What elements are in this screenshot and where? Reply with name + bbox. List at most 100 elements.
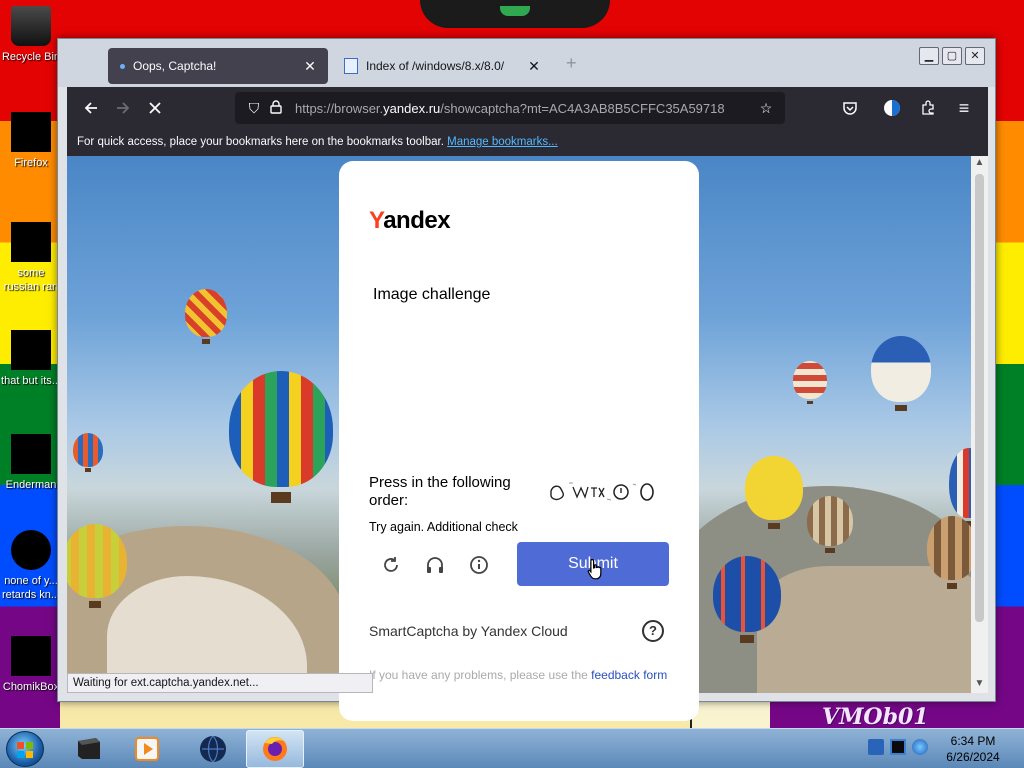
loading-dot-icon xyxy=(120,63,125,69)
page-scrollbar[interactable]: ▲ ▼ xyxy=(971,156,988,693)
globe-icon xyxy=(200,735,226,763)
desktop-icon-file[interactable]: that but its... xyxy=(0,330,62,388)
minimize-button[interactable]: ▁ xyxy=(919,47,939,65)
order-sequence-image xyxy=(547,479,661,505)
pocket-icon[interactable] xyxy=(834,92,866,124)
system-tray xyxy=(868,739,928,755)
desktop-icon-file[interactable]: none of y... retards kn... xyxy=(0,530,62,602)
forward-button[interactable] xyxy=(107,92,139,124)
monitor-icon[interactable] xyxy=(890,739,906,755)
taskbar-app-globe[interactable] xyxy=(184,730,242,768)
browser-window: Oops, Captcha! ✕ Index of /windows/8.x/8… xyxy=(57,38,996,721)
hand-cursor-icon xyxy=(587,558,602,580)
yandex-logo: Yandex xyxy=(369,207,451,234)
balloon xyxy=(745,456,803,529)
instruction-text: Press in the following order: xyxy=(369,474,511,509)
landscape-rock xyxy=(757,566,971,693)
navigation-toolbar: ⛉ https://browser.yandex.ru/showcaptcha?… xyxy=(67,87,988,129)
close-window-button[interactable]: ✕ xyxy=(965,47,985,65)
refresh-button[interactable] xyxy=(378,552,404,578)
desktop-icon-chomikbox[interactable]: ChomikBox xyxy=(0,636,62,694)
clock-date: 6/26/2024 xyxy=(946,750,1000,764)
close-tab-icon[interactable]: ✕ xyxy=(526,58,542,75)
balloon xyxy=(927,516,971,589)
clock[interactable]: 6:34 PM 6/26/2024 xyxy=(938,733,1008,765)
start-button[interactable] xyxy=(6,731,44,767)
scroll-thumb[interactable] xyxy=(975,174,984,622)
address-bar[interactable]: ⛉ https://browser.yandex.ru/showcaptcha?… xyxy=(235,92,785,124)
back-button[interactable] xyxy=(75,92,107,124)
taskbar-app-firefox[interactable] xyxy=(246,730,304,768)
tab-index[interactable]: Index of /windows/8.x/8.0/ ✕ xyxy=(334,48,552,84)
chomikbox-icon xyxy=(11,636,51,676)
desktop-icon-recycle-bin[interactable]: Recycle Bin xyxy=(0,6,62,64)
terminal-icon xyxy=(11,434,51,474)
bookmarks-toolbar: For quick access, place your bookmarks h… xyxy=(67,129,988,156)
balloon xyxy=(793,361,827,405)
bookmark-star-icon[interactable]: ☆ xyxy=(755,100,777,117)
maximize-button[interactable]: ▢ xyxy=(942,47,962,65)
taskbar-app-media-player[interactable] xyxy=(118,730,176,768)
wallpaper-art xyxy=(690,700,770,728)
feedback-note: If you have any problems, please use the… xyxy=(369,668,668,682)
provider-label: SmartCaptcha by Yandex Cloud xyxy=(369,623,568,639)
scroll-up-icon[interactable]: ▲ xyxy=(974,157,985,168)
terminal-icon xyxy=(78,738,100,759)
challenge-title: Image challenge xyxy=(373,286,491,303)
help-icon[interactable]: ? xyxy=(642,620,664,642)
taskbar: 6:34 PM 6/26/2024 xyxy=(0,728,1024,768)
refresh-icon xyxy=(384,557,398,572)
file-icon xyxy=(11,330,51,370)
file-icon xyxy=(11,222,51,262)
new-tab-button[interactable]: + xyxy=(566,53,577,74)
feedback-link[interactable]: feedback form xyxy=(591,668,667,682)
wallpaper-shape xyxy=(420,0,610,28)
desktop-icon-file[interactable]: some russian ran a ra... xyxy=(0,222,62,294)
headphones-icon xyxy=(427,557,443,573)
lock-icon[interactable] xyxy=(265,99,287,117)
manage-bookmarks-link[interactable]: Manage bookmarks... xyxy=(447,136,558,148)
account-icon[interactable] xyxy=(876,92,908,124)
stop-icon xyxy=(149,102,161,114)
balloon xyxy=(871,336,931,412)
retry-message: Try again. Additional check xyxy=(369,520,518,534)
balloon xyxy=(229,371,333,504)
edge-icon[interactable] xyxy=(912,739,928,755)
captcha-card: Yandex Image challenge Press in the foll… xyxy=(339,161,699,721)
info-button[interactable] xyxy=(466,552,492,578)
windows-logo-icon xyxy=(17,742,33,758)
firefox-icon xyxy=(263,737,287,761)
url-text[interactable]: https://browser.yandex.ru/showcaptcha?mt… xyxy=(295,101,755,116)
firefox-icon xyxy=(11,112,51,152)
desktop-icon-enderman[interactable]: Enderman xyxy=(0,434,62,492)
shield-icon[interactable]: ⛉ xyxy=(243,100,265,117)
clock-time: 6:34 PM xyxy=(950,734,996,748)
close-tab-icon[interactable]: ✕ xyxy=(302,58,318,75)
recycle-bin-icon xyxy=(11,6,51,46)
network-icon[interactable] xyxy=(868,739,884,755)
file-icon xyxy=(11,530,51,570)
media-player-icon xyxy=(135,737,159,761)
balloon xyxy=(713,556,781,643)
info-icon xyxy=(470,556,488,574)
taskbar-app-terminal[interactable] xyxy=(60,730,118,768)
extensions-icon[interactable] xyxy=(912,92,944,124)
tab-strip: Oops, Captcha! ✕ Index of /windows/8.x/8… xyxy=(58,39,995,87)
scroll-down-icon[interactable]: ▼ xyxy=(974,678,985,689)
balloon xyxy=(73,433,103,472)
wallpaper-watermark: VMOb01 xyxy=(822,704,929,728)
balloon xyxy=(67,524,127,609)
forward-arrow-icon xyxy=(117,102,130,114)
status-bar: Waiting for ext.captcha.yandex.net... xyxy=(67,673,373,693)
balloon xyxy=(949,448,971,528)
menu-icon[interactable]: ≡ xyxy=(948,92,980,124)
tab-captcha[interactable]: Oops, Captcha! ✕ xyxy=(108,48,328,84)
page-icon xyxy=(344,58,358,74)
bookmarks-hint: For quick access, place your bookmarks h… xyxy=(77,136,444,148)
desktop-icon-firefox[interactable]: Firefox xyxy=(0,112,62,170)
audio-challenge-button[interactable] xyxy=(422,552,448,578)
balloon xyxy=(185,289,227,344)
back-arrow-icon xyxy=(84,102,97,114)
stop-button[interactable] xyxy=(139,92,171,124)
balloon xyxy=(807,496,853,553)
